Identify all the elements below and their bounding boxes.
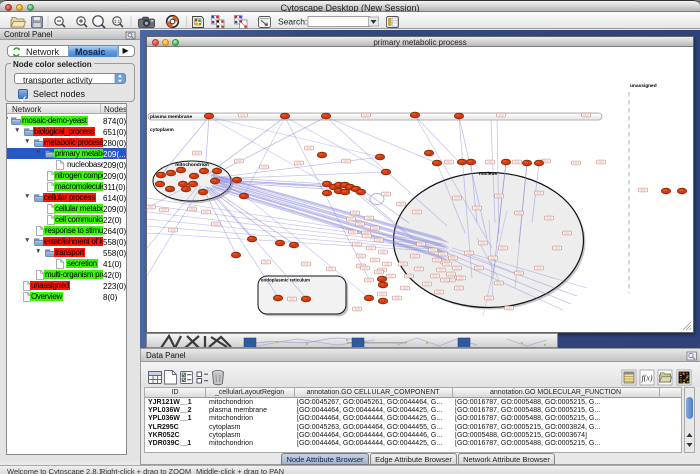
svg-text:plasma membrane: plasma membrane [150,114,192,120]
svg-text:nucleus: nucleus [479,171,497,177]
svg-text:Search:: Search: [278,16,307,26]
svg-text:unassigned: unassigned [630,83,657,89]
svg-text:1:1: 1:1 [114,19,121,24]
svg-text:f(x): f(x) [641,374,652,383]
svg-text:cytoplasm: cytoplasm [150,127,174,133]
svg-text:mitochondrion: mitochondrion [175,162,209,168]
svg-text:endoplasmic reticulum: endoplasmic reticulum [261,278,310,283]
